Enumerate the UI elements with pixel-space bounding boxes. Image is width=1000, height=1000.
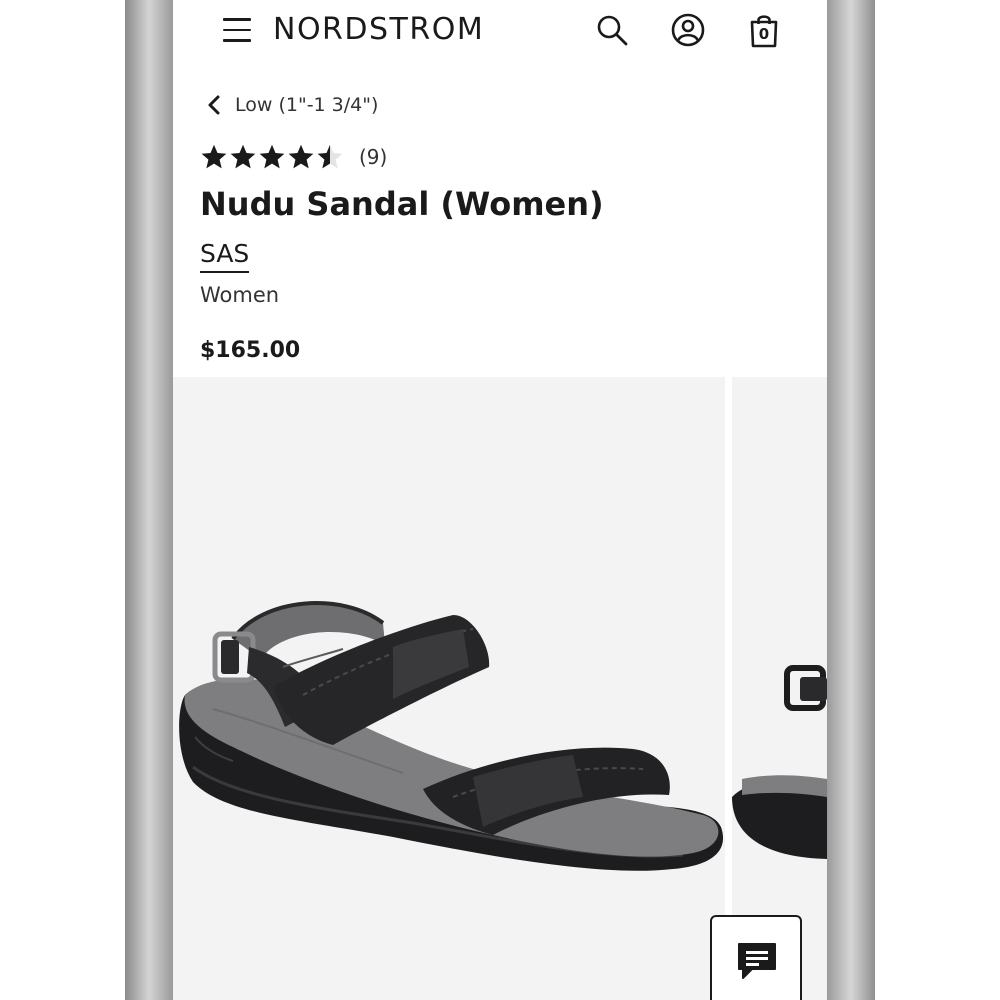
product-image-main[interactable] [173, 377, 725, 1000]
product-image-next[interactable] [732, 377, 827, 1000]
sandal-image-partial [732, 665, 827, 859]
search-icon[interactable] [594, 12, 630, 48]
brand-link[interactable]: SAS [200, 239, 250, 273]
product-page: NORDSTROM 0 Low (1"-1 3/4") (9) Nudu San… [173, 0, 827, 1000]
chevron-left-icon [208, 95, 220, 115]
chat-icon [738, 943, 776, 979]
frame-left-border [125, 0, 173, 1000]
product-rating[interactable]: (9) [200, 143, 387, 171]
product-category: Women [200, 283, 280, 307]
frame-right-border [827, 0, 875, 1000]
header: NORDSTROM 0 [173, 0, 827, 62]
star-half-icon [317, 144, 343, 169]
chat-button[interactable] [710, 915, 802, 1000]
bag-count: 0 [758, 25, 770, 43]
logo[interactable]: NORDSTROM [273, 12, 484, 47]
star-full-icon [201, 144, 227, 169]
shopping-bag-icon[interactable]: 0 [746, 12, 782, 48]
account-icon[interactable] [670, 12, 706, 48]
review-count[interactable]: (9) [359, 145, 387, 169]
product-price: $165.00 [200, 338, 301, 363]
breadcrumb-label: Low (1"-1 3/4") [235, 94, 379, 116]
sandal-image [179, 601, 724, 871]
star-full-icon [288, 144, 314, 169]
star-full-icon [230, 144, 256, 169]
product-title: Nudu Sandal (Women) [200, 185, 604, 223]
star-full-icon [259, 144, 285, 169]
breadcrumb[interactable]: Low (1"-1 3/4") [207, 94, 378, 116]
star-rating [200, 143, 345, 171]
menu-icon[interactable] [223, 18, 251, 44]
